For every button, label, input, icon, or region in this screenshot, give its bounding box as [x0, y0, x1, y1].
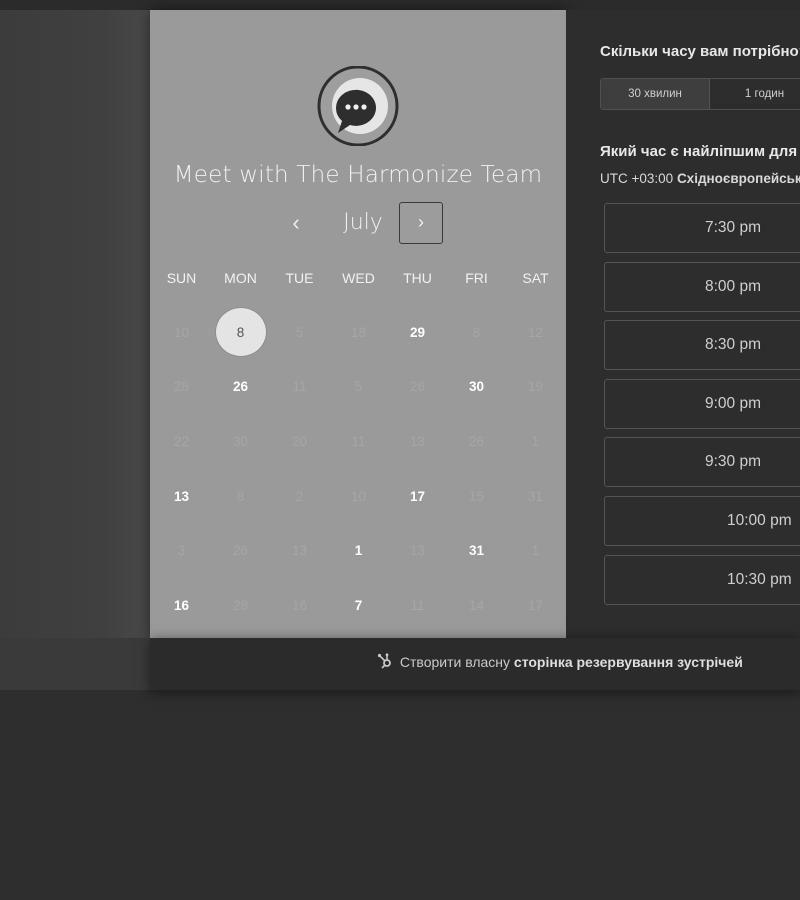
- footer-left-background: [0, 638, 150, 690]
- calendar-day-unavailable: 30: [232, 433, 249, 449]
- calendar-day-unavailable: 17: [527, 597, 544, 613]
- calendar-day-unavailable: 11: [292, 379, 307, 395]
- calendar-day-unavailable: 5: [295, 324, 304, 340]
- calendar-day-unavailable: 22: [173, 433, 190, 449]
- month-navigation: ‹ July ›: [150, 202, 566, 244]
- calendar-day-available[interactable]: 29: [388, 305, 447, 360]
- calendar-day-unavailable: 8: [236, 488, 245, 504]
- timezone-name: Східноєвропейський час: [676, 171, 800, 186]
- weekday-label: WED: [342, 270, 375, 286]
- calendar-day-unavailable: 2: [295, 488, 304, 504]
- top-strip: [0, 0, 800, 10]
- meeting-title: Meet with The Harmonize Team: [173, 162, 543, 188]
- calendar-day-unavailable: 13: [409, 433, 426, 449]
- weekday-label: SUN: [166, 270, 197, 286]
- next-month-button[interactable]: ›: [399, 202, 443, 244]
- chat-bubble-logo-icon: [317, 66, 399, 146]
- calendar-day-unavailable: 28: [173, 379, 190, 395]
- chevron-left-icon: ‹: [292, 210, 300, 235]
- time-slot-button[interactable]: 10:00 pm: [604, 496, 800, 546]
- calendar-day-unavailable: 12: [527, 324, 544, 340]
- weekday-label: THU: [403, 270, 432, 286]
- calendar-day-unavailable: 10: [350, 488, 367, 504]
- month-label: July: [343, 210, 383, 235]
- calendar-day-available[interactable]: 1: [329, 523, 388, 578]
- time-slot-button[interactable]: 8:00 pm: [604, 261, 800, 312]
- footer-bar: Створити власну сторінка резервування зу…: [150, 638, 800, 690]
- time-slot-button[interactable]: 8:30 pm: [604, 320, 800, 371]
- time-slot-button[interactable]: 10:30 pm: [604, 554, 800, 605]
- calendar-day-unavailable: 15: [468, 488, 485, 504]
- calendar-day-unavailable: 11: [410, 597, 425, 613]
- calendar-day-unavailable: 3: [177, 543, 186, 559]
- weekday-label: SAT: [522, 270, 549, 286]
- calendar-day-unavailable: 18: [350, 324, 367, 340]
- footer-link-text: сторінка резервування зустрічей: [513, 654, 743, 670]
- chevron-right-icon: ›: [418, 212, 424, 232]
- calendar-day-unavailable: 10: [173, 324, 190, 340]
- weekday-header: SUN MON TUE WED THU FRI SAT: [152, 270, 566, 286]
- calendar-day-unavailable: 11: [351, 433, 366, 449]
- calendar-day-unavailable: 1: [531, 543, 540, 559]
- calendar-day-available[interactable]: 7: [329, 578, 388, 633]
- calendar-day-unavailable: 13: [409, 543, 426, 559]
- calendar-day-unavailable: 5: [354, 379, 363, 395]
- weekday-label: TUE: [285, 270, 314, 286]
- prev-month-button[interactable]: ‹: [284, 204, 308, 242]
- calendar-day-unavailable: 26: [468, 433, 485, 449]
- duration-question: Скільки часу вам потрібно?: [600, 43, 800, 60]
- calendar-day-unavailable: 8: [472, 324, 481, 340]
- calendar-day-selected[interactable]: 8: [211, 305, 270, 360]
- calendar-day-unavailable: 31: [527, 488, 544, 504]
- duration-30-min-option[interactable]: 30 хвилин: [601, 79, 711, 109]
- calendar-day-unavailable: 14: [468, 597, 485, 613]
- create-booking-page-link[interactable]: Створити власну сторінка резервування зу…: [377, 653, 743, 670]
- calendar-day-available[interactable]: 13: [152, 469, 211, 524]
- timezone-offset: UTC +03:00: [600, 171, 674, 186]
- calendar-day-available[interactable]: 17: [388, 469, 447, 524]
- time-slot-button[interactable]: 9:00 pm: [604, 378, 800, 429]
- timezone-label[interactable]: UTC +03:00 Східноєвропейський час: [600, 171, 800, 186]
- page-bottom-background: [0, 690, 800, 900]
- calendar-day-unavailable: 16: [291, 597, 308, 613]
- time-question: Який час є найліпшим для вас?: [600, 143, 800, 160]
- calendar-day-available[interactable]: 16: [152, 578, 211, 633]
- calendar-day-grid: 10 8 5 18 29 8 12 28 26 11 5 26 30 19 22 30 20 11 13 26 1 13 8…: [152, 305, 566, 633]
- booking-panel: Скільки часу вам потрібно? 30 хвилин 1 г…: [566, 10, 800, 638]
- calendar-day-unavailable: 1: [531, 433, 540, 449]
- calendar-day-available[interactable]: 31: [447, 523, 506, 578]
- calendar-day-available[interactable]: 26: [211, 360, 270, 415]
- calendar-day-unavailable: 26: [232, 543, 249, 559]
- sprocket-logo-icon: [377, 653, 391, 669]
- calendar-day-available[interactable]: 30: [447, 360, 506, 415]
- calendar-day-unavailable: 20: [291, 433, 308, 449]
- day-number: 8: [214, 307, 267, 358]
- time-slot-button[interactable]: 7:30 pm: [604, 203, 800, 253]
- time-slot-button[interactable]: 9:30 pm: [604, 437, 800, 488]
- calendar-day-unavailable: 28: [232, 597, 249, 613]
- calendar-day-unavailable: 26: [409, 379, 426, 395]
- calendar-panel: Meet with The Harmonize Team ‹ July › SU…: [150, 10, 566, 638]
- calendar-day-unavailable: 19: [527, 379, 544, 395]
- weekday-label: MON: [224, 270, 257, 286]
- weekday-label: FRI: [465, 270, 488, 286]
- calendar-day-unavailable: 13: [291, 543, 308, 559]
- footer-prefix-text: Створити власну: [399, 654, 511, 670]
- duration-selector: 30 хвилин 1 годин: [600, 78, 800, 110]
- duration-1-hour-option[interactable]: 1 годин: [710, 79, 800, 109]
- page-left-background: [0, 10, 150, 690]
